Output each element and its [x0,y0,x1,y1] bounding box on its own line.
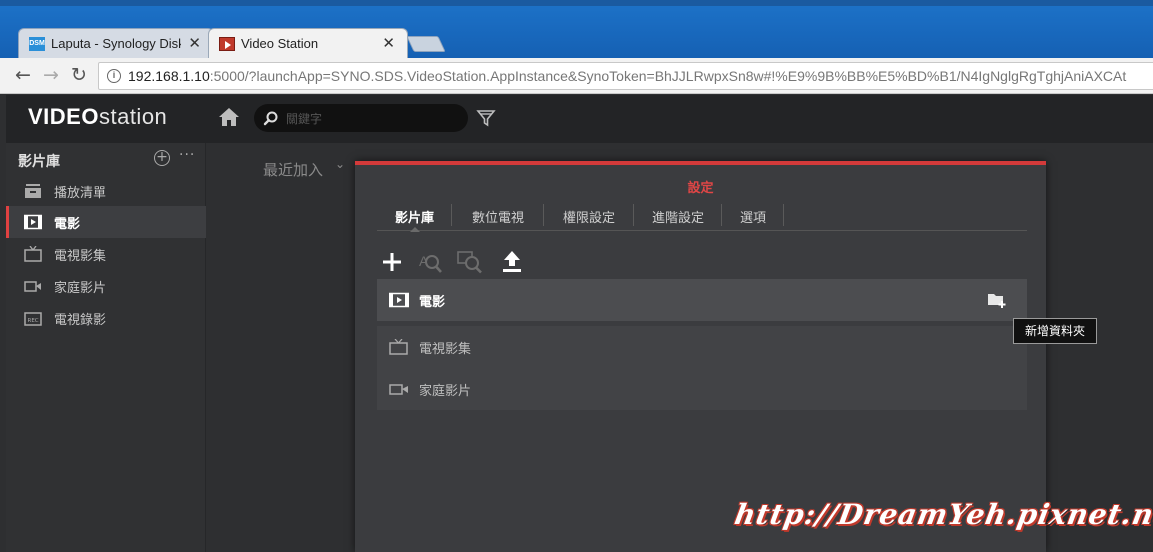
sidebar-item-home-videos[interactable]: 家庭影片 [6,270,206,302]
new-tab-button[interactable] [406,36,446,52]
tab-label: 進階設定 [651,211,704,226]
more-icon[interactable]: ··· [179,147,195,163]
tv-icon [24,246,42,262]
dsm-icon: DSM [29,37,45,51]
sidebar-item-tv-shows[interactable]: 電視影集 [6,238,206,270]
sidebar-item-label: 電視錄影 [54,313,107,328]
sidebar-item-label: 電視影集 [54,249,107,264]
camcorder-icon [389,384,408,395]
tab-advanced[interactable]: 進階設定 [634,201,722,231]
dialog-title: 設定 [687,181,714,196]
settings-dialog: 設定 影片庫 數位電視 權限設定 進階設定 選項 A 電影 電視影集 家庭影片 [355,161,1046,552]
address-bar[interactable]: i 192.168.1.10:5000/?launchApp=SYNO.SDS.… [98,62,1153,90]
watermark: http://DreamYeh.pixnet.net [732,498,1153,531]
search-input[interactable]: 關鍵字 [286,110,322,127]
dialog-tabs: 影片庫 數位電視 權限設定 進階設定 選項 [377,201,1027,232]
svg-text:REC: REC [28,318,39,324]
app-header: VIDEOstation 關鍵字 [6,95,1153,143]
sidebar-item-label: 家庭影片 [54,281,107,296]
browser-toolbar: ← → ↻ i 192.168.1.10:5000/?launchApp=SYN… [0,58,1153,94]
tab-label: 選項 [739,211,766,226]
sidebar-item-label: 電影 [54,217,81,232]
add-library-icon[interactable]: + [154,150,170,166]
metadata-search-icon[interactable] [457,249,483,275]
upload-icon[interactable] [499,249,525,275]
browser-tab-video-station[interactable]: Video Station ✕ [208,28,408,58]
camcorder-icon [24,281,41,292]
movie-icon [24,214,42,230]
sidebar-item-tv-recordings[interactable]: REC 電視錄影 [6,302,206,334]
close-icon[interactable]: ✕ [188,34,201,52]
library-label: 電影 [419,295,446,310]
chevron-down-icon[interactable]: ⌄ [335,157,345,171]
movie-icon [389,292,409,308]
url-path: :5000/?launchApp=SYNO.SDS.VideoStation.A… [209,68,1127,84]
sidebar-item-movie[interactable]: 電影 [6,206,206,238]
tv-icon [389,339,408,355]
window-frame [0,0,1153,6]
browser-tabstrip: DSM Laputa - Synology DiskStation ✕ Vide… [0,0,1153,58]
tab-options[interactable]: 選項 [722,201,784,231]
logo-light-text: station [98,104,168,129]
tab-library[interactable]: 影片庫 [377,201,452,232]
video-station-icon [219,37,235,51]
tab-label: 影片庫 [394,211,434,226]
library-row-movie[interactable]: 電影 [377,279,1027,321]
filter-icon[interactable] [476,108,496,128]
url-host: 192.168.1.10 [128,68,210,84]
site-info-icon[interactable]: i [107,69,121,83]
url-text: 192.168.1.10:5000/?launchApp=SYNO.SDS.Vi… [128,68,1126,84]
tab-title: Video Station [241,36,319,51]
sidebar-item-label: 播放清單 [54,186,107,201]
library-row-home-videos[interactable]: 家庭影片 [377,368,1027,410]
back-button[interactable]: ← [12,64,34,86]
search-icon [263,111,278,126]
library-row-tv-shows[interactable]: 電視影集 [377,326,1027,368]
reload-button[interactable]: ↻ [68,64,90,86]
tab-label: 權限設定 [562,211,615,226]
library-label: 家庭影片 [419,384,472,399]
sort-dropdown[interactable]: 最近加入 [263,159,323,180]
browser-tab-laputa[interactable]: DSM Laputa - Synology DiskStation ✕ [18,28,214,58]
search-box[interactable]: 關鍵字 [254,104,468,132]
close-icon[interactable]: ✕ [382,34,395,52]
sidebar: 影片庫 + ··· 播放清單 電影 電視影集 家庭影片 REC 電視錄影 [6,143,206,552]
forward-button[interactable]: → [40,64,62,86]
home-icon[interactable] [217,106,241,128]
add-folder-icon[interactable] [987,292,1007,308]
sidebar-item-playlist[interactable]: 播放清單 [6,175,206,207]
playlist-icon [25,184,41,198]
tab-digital-tv[interactable]: 數位電視 [452,201,544,231]
tab-permissions[interactable]: 權限設定 [544,201,634,231]
rescan-icon[interactable]: A [417,249,443,275]
video-station-logo: VIDEOstation [28,104,167,130]
logo-bold-text: VIDEO [28,104,99,129]
tab-title: Laputa - Synology DiskStation [51,36,181,51]
sidebar-header: 影片庫 [18,154,60,170]
tooltip: 新增資料夾 [1013,318,1097,344]
library-label: 電視影集 [419,342,472,357]
add-icon[interactable] [379,249,405,275]
tab-label: 數位電視 [471,211,524,226]
tv-recording-icon: REC [24,312,42,326]
